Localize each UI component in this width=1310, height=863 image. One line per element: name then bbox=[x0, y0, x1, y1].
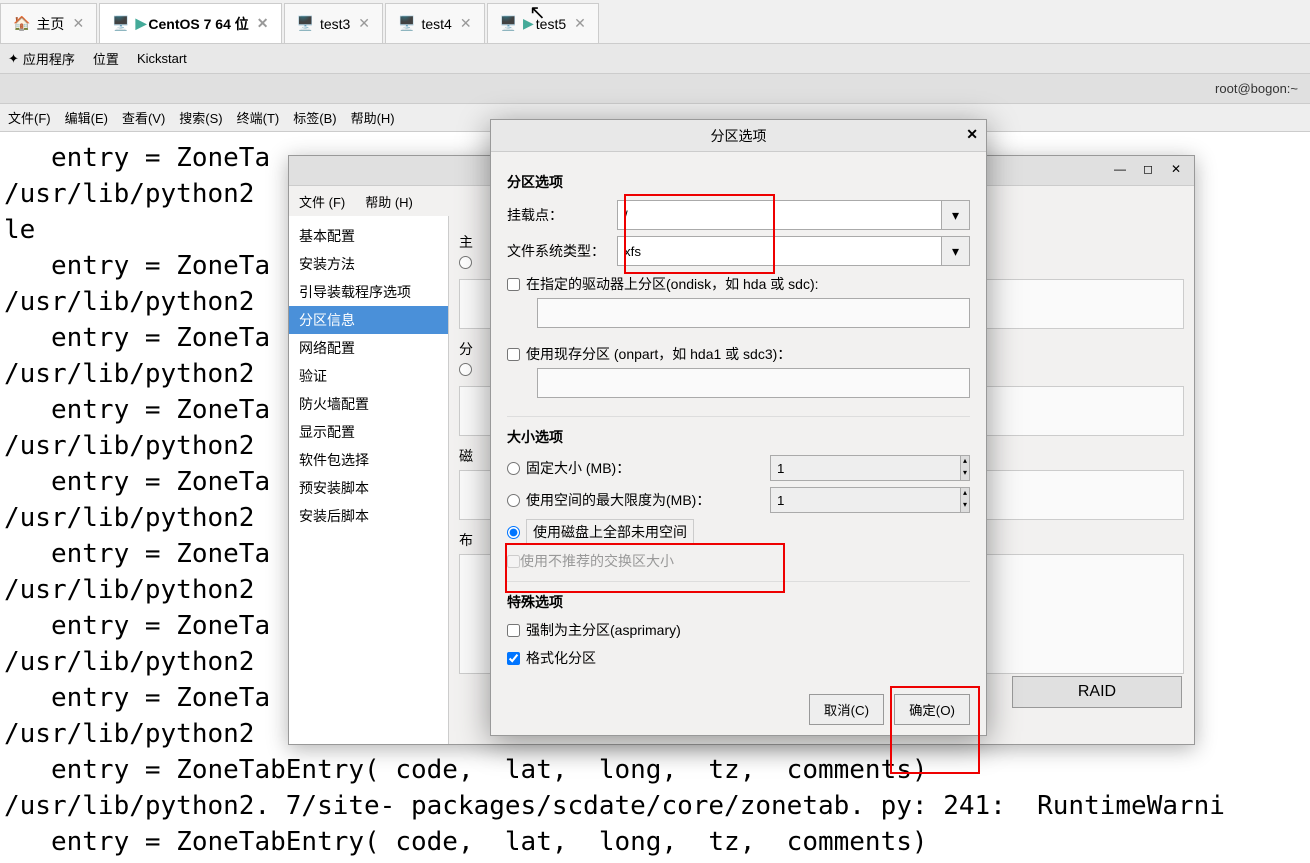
ondisk-label: 在指定的驱动器上分区(ondisk，如 hda 或 sdc): bbox=[526, 274, 819, 294]
kickstart-sidebar: 基本配置安装方法引导装载程序选项分区信息网络配置验证防火墙配置显示配置软件包选择… bbox=[289, 216, 449, 744]
max-size-radio[interactable] bbox=[507, 494, 520, 507]
ks-radio-main[interactable] bbox=[459, 256, 472, 269]
sidebar-item-3[interactable]: 分区信息 bbox=[289, 306, 448, 334]
vm-tab-test4[interactable]: 🖥️ test4 ✕ bbox=[385, 3, 485, 43]
fixed-size-spinner[interactable] bbox=[771, 456, 960, 480]
vm-tab-test3[interactable]: 🖥️ test3 ✕ bbox=[284, 3, 384, 43]
onpart-checkbox[interactable] bbox=[507, 348, 520, 361]
cancel-button[interactable]: 取消(C) bbox=[809, 694, 884, 725]
asprimary-checkbox[interactable] bbox=[507, 624, 520, 637]
spin-down-icon[interactable]: ▾ bbox=[961, 500, 969, 512]
sidebar-item-7[interactable]: 显示配置 bbox=[289, 418, 448, 446]
spin-down-icon[interactable]: ▾ bbox=[961, 468, 969, 480]
spin-up-icon[interactable]: ▴ bbox=[961, 456, 969, 468]
sidebar-item-6[interactable]: 防火墙配置 bbox=[289, 390, 448, 418]
ondisk-checkbox[interactable] bbox=[507, 278, 520, 291]
dialog-titlebar[interactable]: 分区选项 ✕ bbox=[491, 120, 986, 152]
mount-point-input[interactable] bbox=[617, 200, 942, 230]
sidebar-item-5[interactable]: 验证 bbox=[289, 362, 448, 390]
vm-tab-test5[interactable]: 🖥️ ▶ test5 ✕ bbox=[487, 3, 599, 43]
vm-tab-label: test3 bbox=[320, 16, 350, 32]
ok-button[interactable]: 确定(O) bbox=[894, 694, 970, 725]
maximize-button[interactable]: ◻ bbox=[1136, 162, 1160, 180]
close-button[interactable]: ✕ bbox=[1164, 162, 1188, 180]
onpart-input[interactable] bbox=[537, 368, 970, 398]
fixed-size-radio[interactable] bbox=[507, 462, 520, 475]
dialog-close-button[interactable]: ✕ bbox=[966, 126, 978, 143]
menu-terminal[interactable]: 终端(T) bbox=[237, 108, 280, 127]
fill-disk-label: 使用磁盘上全部未用空间 bbox=[526, 519, 694, 545]
screen-icon: 🖥️ bbox=[112, 15, 129, 32]
home-icon: 🏠 bbox=[13, 15, 30, 32]
chevron-down-icon[interactable]: ▾ bbox=[942, 236, 970, 266]
format-checkbox[interactable] bbox=[507, 652, 520, 665]
mount-point-label: 挂载点： bbox=[507, 205, 617, 225]
vm-tab-centos[interactable]: 🖥️ ▶ CentOS 7 64 位 ✕ bbox=[99, 3, 281, 43]
screen-icon: 🖥️ bbox=[500, 15, 517, 32]
screen-icon: 🖥️ bbox=[297, 15, 314, 32]
swap-label: 使用不推荐的交换区大小 bbox=[520, 551, 674, 571]
fs-type-label: 文件系统类型： bbox=[507, 241, 617, 261]
window-title: root@bogon:~ bbox=[1215, 81, 1298, 96]
swap-checkbox bbox=[507, 555, 520, 568]
sidebar-item-9[interactable]: 预安装脚本 bbox=[289, 474, 448, 502]
kickstart-menu[interactable]: Kickstart bbox=[137, 51, 187, 66]
play-icon: ▶ bbox=[523, 15, 534, 32]
section-special-header: 特殊选项 bbox=[507, 592, 970, 612]
places-menu[interactable]: 位置 bbox=[93, 49, 119, 68]
menu-file[interactable]: 文件(F) bbox=[8, 108, 51, 127]
section-partition-header: 分区选项 bbox=[507, 172, 970, 192]
format-label: 格式化分区 bbox=[526, 648, 596, 668]
screen-icon: 🖥️ bbox=[398, 15, 415, 32]
vm-tab-home[interactable]: 🏠 主页 ✕ bbox=[0, 3, 97, 43]
menu-view[interactable]: 查看(V) bbox=[122, 108, 165, 127]
close-icon[interactable]: ✕ bbox=[358, 15, 370, 32]
onpart-label: 使用现存分区 (onpart，如 hda1 或 sdc3)： bbox=[526, 344, 791, 364]
max-size-label: 使用空间的最大限度为(MB)： bbox=[526, 490, 770, 510]
menu-search[interactable]: 搜索(S) bbox=[179, 108, 222, 127]
asprimary-label: 强制为主分区(asprimary) bbox=[526, 620, 681, 640]
sidebar-item-2[interactable]: 引导装载程序选项 bbox=[289, 278, 448, 306]
ks-radio-part[interactable] bbox=[459, 363, 472, 376]
ondisk-input[interactable] bbox=[537, 298, 970, 328]
spin-up-icon[interactable]: ▴ bbox=[961, 488, 969, 500]
minimize-button[interactable]: — bbox=[1108, 162, 1132, 180]
ks-menu-file[interactable]: 文件 (F) bbox=[299, 192, 345, 211]
close-icon[interactable]: ✕ bbox=[460, 15, 472, 32]
vm-tab-home-label: 主页 bbox=[36, 14, 64, 34]
gnome-top-bar: ✦ 应用程序 位置 Kickstart bbox=[0, 44, 1310, 74]
vm-tab-label: test5 bbox=[536, 16, 566, 32]
sidebar-item-10[interactable]: 安装后脚本 bbox=[289, 502, 448, 530]
chevron-down-icon[interactable]: ▾ bbox=[942, 200, 970, 230]
play-icon: ▶ bbox=[136, 15, 147, 32]
sidebar-item-4[interactable]: 网络配置 bbox=[289, 334, 448, 362]
close-icon[interactable]: ✕ bbox=[72, 15, 84, 32]
sidebar-item-0[interactable]: 基本配置 bbox=[289, 222, 448, 250]
vm-tab-active-label: CentOS 7 64 位 bbox=[148, 14, 248, 34]
partition-options-dialog: 分区选项 ✕ 分区选项 挂载点： ▾ 文件系统类型： ▾ 在指定的驱动器上分区(… bbox=[490, 119, 987, 736]
menu-help[interactable]: 帮助(H) bbox=[351, 108, 395, 127]
dialog-title: 分区选项 bbox=[711, 126, 767, 146]
menu-edit[interactable]: 编辑(E) bbox=[65, 108, 108, 127]
applications-icon: ✦ bbox=[8, 51, 19, 67]
sidebar-item-8[interactable]: 软件包选择 bbox=[289, 446, 448, 474]
close-icon[interactable]: ✕ bbox=[257, 15, 269, 32]
sidebar-item-1[interactable]: 安装方法 bbox=[289, 250, 448, 278]
window-title-bar: root@bogon:~ bbox=[0, 74, 1310, 104]
fill-disk-radio[interactable] bbox=[507, 526, 520, 539]
vm-tab-label: test4 bbox=[421, 16, 451, 32]
vm-tab-bar: 🏠 主页 ✕ 🖥️ ▶ CentOS 7 64 位 ✕ 🖥️ test3 ✕ 🖥… bbox=[0, 0, 1310, 44]
section-size-header: 大小选项 bbox=[507, 427, 970, 447]
raid-button[interactable]: RAID bbox=[1012, 676, 1182, 708]
fs-type-input[interactable] bbox=[617, 236, 942, 266]
menu-tabs[interactable]: 标签(B) bbox=[293, 108, 336, 127]
applications-menu[interactable]: 应用程序 bbox=[23, 49, 75, 68]
max-size-spinner[interactable] bbox=[771, 488, 960, 512]
ks-menu-help[interactable]: 帮助 (H) bbox=[365, 192, 413, 211]
fixed-size-label: 固定大小 (MB)： bbox=[526, 458, 770, 478]
close-icon[interactable]: ✕ bbox=[574, 15, 586, 32]
